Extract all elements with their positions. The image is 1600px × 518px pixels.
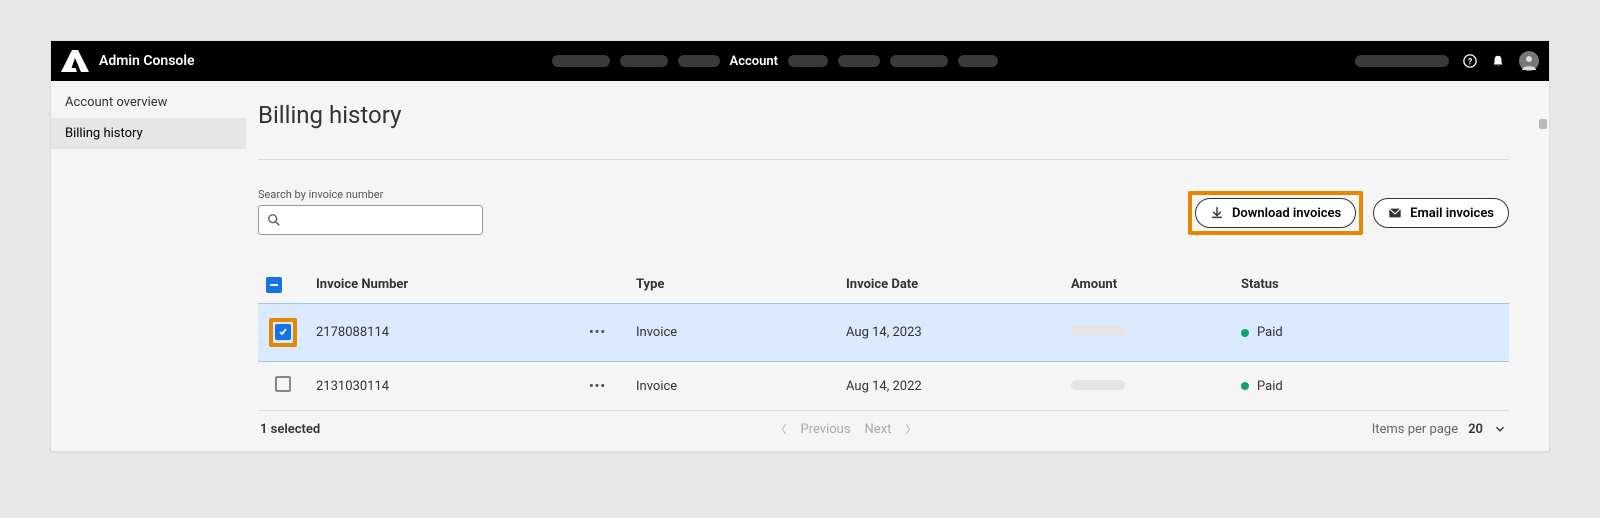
- svg-text:?: ?: [1468, 58, 1473, 68]
- nav-item-placeholder[interactable]: [788, 55, 828, 67]
- download-invoices-label: Download invoices: [1232, 206, 1341, 221]
- cell-status: Paid: [1257, 379, 1283, 394]
- email-icon: [1388, 206, 1402, 220]
- nav-right-placeholder[interactable]: [1355, 55, 1449, 67]
- page-title: Billing history: [258, 101, 1509, 129]
- items-per-page-value[interactable]: 20: [1468, 422, 1483, 437]
- chevron-down-icon[interactable]: [1493, 422, 1507, 436]
- app-window: Admin Console Account ? Account overview…: [50, 40, 1550, 452]
- items-per-page: Items per page 20: [1372, 422, 1507, 437]
- nav-right: ?: [1355, 51, 1539, 71]
- previous-link[interactable]: Previous: [800, 422, 850, 437]
- table-row[interactable]: 2178088114 ••• Invoice Aug 14, 2023 Paid: [258, 304, 1509, 362]
- email-invoices-button[interactable]: Email invoices: [1373, 198, 1509, 228]
- header-amount[interactable]: Amount: [1063, 265, 1233, 304]
- next-link[interactable]: Next: [865, 422, 892, 437]
- row-checkbox[interactable]: [275, 324, 291, 340]
- nav-item-account[interactable]: Account: [730, 54, 778, 69]
- header-type[interactable]: Type: [628, 265, 838, 304]
- download-highlight: Download invoices: [1188, 191, 1363, 235]
- header-invoice-number[interactable]: Invoice Number: [308, 265, 628, 304]
- nav-center: Account: [195, 54, 1355, 69]
- table-footer: 1 selected 〈 Previous Next 〉 Items per p…: [258, 411, 1509, 437]
- search-input-wrapper[interactable]: [258, 205, 483, 235]
- divider: [258, 159, 1509, 160]
- main-content: Billing history Search by invoice number…: [246, 81, 1549, 451]
- row-more-icon[interactable]: •••: [589, 325, 606, 340]
- cell-status: Paid: [1257, 325, 1283, 340]
- help-icon[interactable]: ?: [1463, 54, 1477, 68]
- email-invoices-label: Email invoices: [1410, 206, 1494, 221]
- cell-invoice-number: 2178088114: [316, 325, 389, 340]
- row-more-icon[interactable]: •••: [589, 379, 606, 394]
- download-icon: [1210, 206, 1224, 220]
- bell-icon[interactable]: [1491, 54, 1505, 68]
- sidebar-item-account-overview[interactable]: Account overview: [51, 87, 246, 118]
- checkbox-highlight: [269, 318, 297, 347]
- cell-type: Invoice: [628, 304, 838, 362]
- cell-type: Invoice: [628, 362, 838, 411]
- selection-count: 1 selected: [260, 422, 320, 437]
- cell-invoice-date: Aug 14, 2023: [838, 304, 1063, 362]
- nav-item-placeholder[interactable]: [678, 55, 720, 67]
- table-row[interactable]: 2131030114 ••• Invoice Aug 14, 2022 Paid: [258, 362, 1509, 411]
- cell-amount-redacted: [1071, 380, 1125, 390]
- brand-title: Admin Console: [99, 53, 195, 69]
- header-status[interactable]: Status: [1233, 265, 1509, 304]
- nav-item-placeholder[interactable]: [890, 55, 948, 67]
- cell-amount-redacted: [1071, 326, 1125, 336]
- cell-invoice-number: 2131030114: [316, 379, 389, 394]
- chevron-right-icon[interactable]: 〉: [905, 421, 916, 437]
- nav-item-placeholder[interactable]: [620, 55, 668, 67]
- top-bar: Admin Console Account ?: [51, 41, 1549, 81]
- adobe-logo-icon: [61, 50, 89, 72]
- chevron-left-icon[interactable]: 〈: [775, 421, 786, 437]
- sidebar: Account overview Billing history: [51, 81, 246, 451]
- pager: 〈 Previous Next 〉: [775, 421, 916, 437]
- nav-item-placeholder[interactable]: [552, 55, 610, 67]
- row-checkbox[interactable]: [275, 376, 291, 392]
- search-label: Search by invoice number: [258, 188, 483, 201]
- items-per-page-label: Items per page: [1372, 422, 1458, 437]
- sidebar-item-billing-history[interactable]: Billing history: [51, 118, 246, 149]
- status-dot-icon: [1241, 382, 1249, 390]
- select-all-checkbox[interactable]: [266, 277, 282, 293]
- avatar-icon[interactable]: [1519, 51, 1539, 71]
- search-group: Search by invoice number: [258, 188, 483, 235]
- status-dot-icon: [1241, 329, 1249, 337]
- search-icon: [267, 213, 281, 227]
- nav-item-placeholder[interactable]: [838, 55, 880, 67]
- cell-invoice-date: Aug 14, 2022: [838, 362, 1063, 411]
- header-invoice-date[interactable]: Invoice Date: [838, 265, 1063, 304]
- invoice-table: Invoice Number Type Invoice Date Amount …: [258, 265, 1509, 410]
- download-invoices-button[interactable]: Download invoices: [1195, 198, 1356, 228]
- search-input[interactable]: [287, 213, 474, 228]
- nav-item-placeholder[interactable]: [958, 55, 998, 67]
